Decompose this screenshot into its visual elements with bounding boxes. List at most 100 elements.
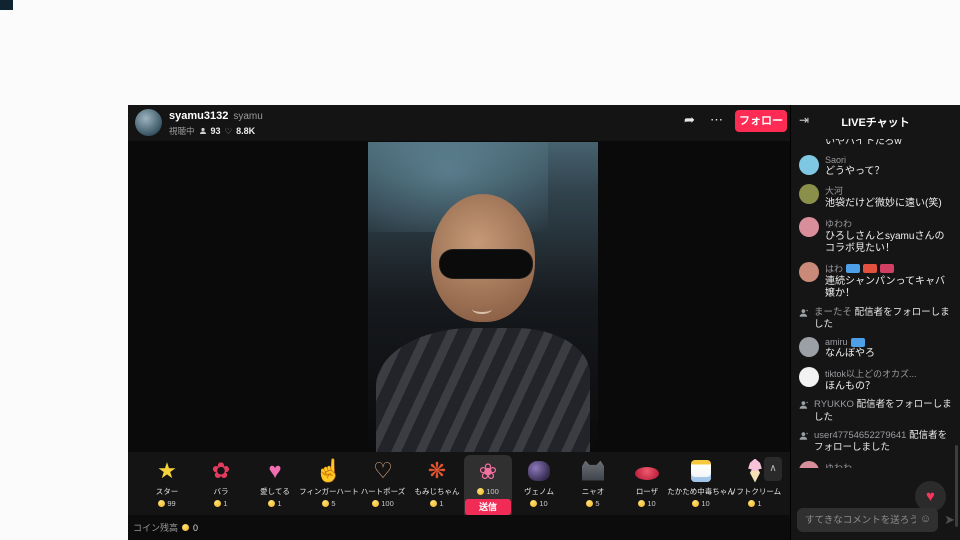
comment-input[interactable] bbox=[797, 508, 939, 532]
coin-icon bbox=[530, 500, 538, 507]
chat-username[interactable]: amiru bbox=[825, 337, 848, 347]
chat-message-body: tiktok以上どのオカズ... ほんもの？ bbox=[825, 367, 917, 394]
gift-cost-value: 10 bbox=[647, 499, 656, 508]
person-add-icon bbox=[799, 431, 810, 445]
chat-username-row: ゆわわ bbox=[825, 217, 953, 230]
gift-bar: ★ スター 99 ✿ バラ 1 ♥ 愛してる 1 ☝ フィンガーハート 5 ♡ ハートポーズ 100 ❋ もみじ… bbox=[128, 452, 790, 520]
gift-item[interactable]: ♥ 愛してる 1 bbox=[248, 455, 302, 509]
share-icon[interactable]: ➦ bbox=[684, 112, 695, 128]
chat-message[interactable]: はわ 連続シャンパンってキャバ嬢か！ bbox=[799, 261, 953, 301]
username-text: syamu3132 bbox=[169, 110, 229, 122]
gift-cost: 5 bbox=[322, 499, 336, 508]
streamer-jacket bbox=[376, 328, 590, 453]
gift-shape bbox=[691, 459, 711, 482]
live-video bbox=[368, 142, 598, 453]
chat-text: なんぼやろ bbox=[825, 348, 875, 360]
gift-item[interactable]: たかため中毒ちゃん 10 bbox=[667, 455, 735, 508]
chat-avatar[interactable] bbox=[799, 366, 819, 387]
chat-username-row: ゆわわ bbox=[825, 461, 944, 468]
stream-status-label: 視聴中 bbox=[169, 126, 195, 136]
gift-cost-value: 1 bbox=[757, 499, 762, 508]
chat-avatar[interactable] bbox=[799, 337, 819, 358]
notice-username[interactable]: RYUKKO bbox=[814, 399, 854, 410]
gift-item-selected[interactable]: ❀ 100 送信 bbox=[464, 455, 512, 520]
notice-username[interactable]: まーたそ bbox=[814, 307, 852, 318]
chat-message[interactable]: 大河 池袋だけど微妙に遠い(笑) bbox=[799, 184, 953, 211]
chat-message-body: 大河 池袋だけど微妙に遠い(笑) bbox=[825, 184, 942, 211]
emoji-picker-icon[interactable]: ☺ bbox=[920, 513, 931, 525]
gift-cost: 10 bbox=[638, 499, 656, 508]
person-add-icon bbox=[799, 400, 810, 414]
gift-cost: 100 bbox=[372, 499, 394, 508]
chat-avatar[interactable] bbox=[799, 460, 819, 468]
user-badge bbox=[850, 337, 865, 347]
chat-username[interactable]: ゆわわ bbox=[825, 461, 852, 468]
chat-username[interactable]: tiktok以上どのオカズ... bbox=[825, 367, 917, 380]
chevron-up-icon: ∧ bbox=[769, 463, 777, 474]
coin-icon bbox=[182, 524, 190, 531]
chat-scrollbar[interactable] bbox=[955, 445, 958, 527]
chat-username-row: Saori bbox=[825, 155, 885, 165]
chat-message[interactable]: ゆわわ ひろしさんとsyamuさんのコラボ見たい！ bbox=[799, 216, 953, 256]
likes-heart-icon: ♡ bbox=[224, 125, 233, 136]
gift-cost-value: 10 bbox=[701, 499, 710, 508]
chat-text: どうやって？ bbox=[825, 165, 885, 177]
chat-avatar[interactable] bbox=[799, 216, 819, 237]
gift-icon bbox=[582, 457, 604, 484]
gift-item[interactable]: ニャオ 5 bbox=[566, 455, 620, 508]
chat-username[interactable]: ゆわわ bbox=[825, 217, 852, 230]
gift-item[interactable]: ♡ ハートポーズ 100 bbox=[356, 455, 410, 509]
gift-expand-button[interactable]: ∧ bbox=[764, 457, 782, 481]
live-chat-panel: ⇥ LIVEチャット いやバイトだろw Saori どうやって？ 大河 池袋だけど微妙に… bbox=[790, 105, 960, 540]
coin-balance-value: 0 bbox=[193, 522, 199, 533]
gift-name: ニャオ bbox=[581, 487, 605, 496]
gift-icon: ❀ bbox=[479, 458, 497, 485]
streamer-username[interactable]: syamu3132 syamu bbox=[169, 110, 263, 122]
gift-cost-value: 99 bbox=[167, 499, 176, 508]
gift-icon: ♥ bbox=[268, 457, 281, 484]
gift-item[interactable]: ★ スター 99 bbox=[140, 455, 194, 509]
smile bbox=[472, 304, 492, 314]
more-options-icon[interactable]: ⋯ bbox=[710, 112, 724, 128]
chat-message[interactable]: Saori どうやって？ bbox=[799, 154, 953, 179]
coin-icon bbox=[692, 500, 700, 507]
chat-message-list[interactable]: いやバイトだろw Saori どうやって？ 大河 池袋だけど微妙に遠い(笑) ゆわわ ひろし… bbox=[799, 139, 953, 468]
gift-item[interactable]: ヴェノム 10 bbox=[512, 455, 566, 508]
gift-cost: 10 bbox=[692, 499, 710, 508]
notice-username[interactable]: user47754652279641 bbox=[814, 430, 906, 441]
chat-avatar[interactable] bbox=[799, 154, 819, 175]
gift-name: 愛してる bbox=[260, 487, 290, 496]
chat-username[interactable]: はわ bbox=[825, 262, 843, 275]
chat-message[interactable]: いやバイトだろw bbox=[799, 139, 953, 149]
gift-item[interactable]: ❋ もみじちゃん 1 bbox=[410, 455, 464, 509]
gift-icon: ♡ bbox=[373, 457, 393, 484]
gift-shape bbox=[528, 460, 550, 481]
chat-avatar[interactable] bbox=[799, 261, 819, 282]
gift-glyph: ☝ bbox=[315, 457, 343, 483]
gift-shape bbox=[582, 460, 604, 481]
gift-icon: ❋ bbox=[428, 457, 446, 484]
chat-username[interactable]: Saori bbox=[825, 155, 846, 165]
chat-title: LIVEチャット bbox=[841, 117, 910, 129]
gift-item[interactable]: ✿ バラ 1 bbox=[194, 455, 248, 509]
follow-notice: まーたそ 配信者をフォローしました bbox=[799, 307, 953, 332]
streamer-avatar[interactable] bbox=[135, 109, 162, 136]
coin-icon bbox=[586, 500, 594, 507]
send-comment-icon[interactable]: ➤ bbox=[944, 512, 955, 528]
follow-button[interactable]: フォロー bbox=[735, 110, 787, 132]
chat-username[interactable]: 大河 bbox=[825, 184, 843, 197]
gift-icon: ★ bbox=[157, 457, 177, 484]
likes-count: 8.8K bbox=[236, 126, 256, 136]
chat-message[interactable]: tiktok以上どのオカズ... ほんもの？ bbox=[799, 366, 953, 394]
gift-item[interactable]: ☝ フィンガーハート 5 bbox=[299, 455, 359, 509]
live-player: syamu3132 syamu 視聴中 93 ♡ 8.8K ➦ ⋯ フォロー ★ ス… bbox=[128, 105, 960, 540]
stream-header: syamu3132 syamu 視聴中 93 ♡ 8.8K ➦ ⋯ フォロー bbox=[128, 105, 790, 141]
chat-message[interactable]: ゆわわ本物のsyamuさんですよ！ bbox=[799, 460, 953, 468]
gift-cost-value: 1 bbox=[223, 499, 228, 508]
gift-cost-value: 100 bbox=[381, 499, 394, 508]
gift-cost: 1 bbox=[268, 499, 282, 508]
chat-message[interactable]: amiru なんぼやろ bbox=[799, 337, 953, 361]
chat-avatar[interactable] bbox=[799, 184, 819, 204]
gift-item[interactable]: ローザ 10 bbox=[620, 455, 674, 508]
gift-send-button[interactable]: 送信 bbox=[465, 499, 511, 515]
